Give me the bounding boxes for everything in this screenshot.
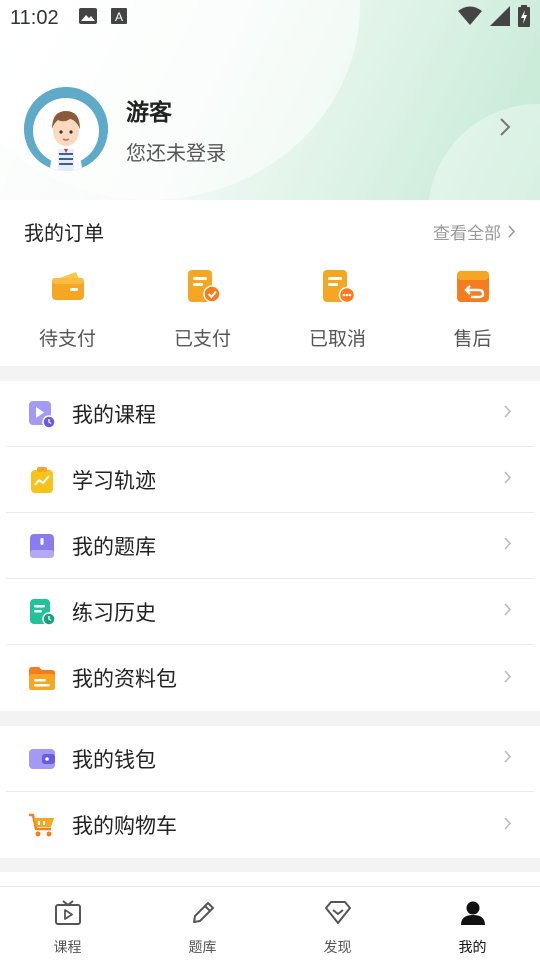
status-time: 11:02 (10, 6, 59, 29)
orders-title: 我的订单 (24, 220, 104, 245)
menu-label: 我的题库 (72, 534, 156, 559)
chevron-right-icon[interactable] (498, 116, 512, 142)
wifi-icon (458, 6, 482, 30)
practice-history-icon (28, 598, 56, 626)
profile-header: 11:02 A 游客 您还未登录 (0, 0, 540, 200)
chevron-right-icon (508, 224, 516, 238)
svg-text:A: A (115, 10, 123, 24)
question-bank-icon (28, 532, 56, 560)
menu-my-courses[interactable]: 我的课程 (6, 381, 534, 447)
order-label: 售后 (453, 328, 492, 350)
menu-label: 我的资料包 (72, 667, 177, 691)
order-label: 待支付 (38, 328, 96, 350)
wallet-purple-icon (28, 745, 56, 773)
chevron-right-icon (503, 669, 512, 688)
diamond-icon (324, 899, 352, 931)
view-all-label: 查看全部 (433, 223, 501, 244)
order-paid[interactable]: 已支付 (153, 268, 253, 351)
tab-label: 发现 (323, 940, 352, 956)
order-cancelled[interactable]: 已取消 (288, 268, 388, 351)
signal-icon (490, 6, 510, 30)
shopping-cart-icon (28, 811, 56, 839)
learning-track-icon (28, 466, 56, 494)
course-play-icon (28, 400, 56, 428)
status-bar: 11:02 A (0, 0, 540, 36)
tab-label: 课程 (53, 940, 82, 956)
menu-practice-history[interactable]: 练习历史 (6, 579, 534, 645)
menu-label: 学习轨迹 (72, 468, 156, 493)
battery-charging-icon (518, 5, 530, 31)
tv-play-icon (54, 899, 82, 931)
chevron-right-icon (503, 470, 512, 489)
orders-section: 我的订单 查看全部 待支付 已支付 已取消 售后 (0, 200, 540, 366)
pencil-icon (189, 899, 217, 931)
menu-learning-track[interactable]: 学习轨迹 (6, 447, 534, 513)
wallet-icon (50, 268, 86, 308)
menu-label: 我的课程 (72, 402, 156, 427)
folder-icon (28, 664, 56, 692)
menu-shopping-cart[interactable]: 我的购物车 (6, 792, 534, 858)
order-label: 已取消 (308, 328, 366, 350)
chevron-right-icon (503, 602, 512, 621)
return-box-icon (455, 268, 491, 308)
menu-materials[interactable]: 我的资料包 (6, 645, 534, 711)
tab-label: 题库 (188, 940, 217, 956)
menu-label: 我的购物车 (72, 814, 177, 838)
tab-label: 我的 (458, 940, 487, 956)
menu-wallet[interactable]: 我的钱包 (6, 726, 534, 792)
tab-question-bank[interactable]: 题库 (135, 887, 270, 960)
avatar[interactable] (24, 87, 108, 171)
cancelled-doc-icon (320, 268, 356, 308)
profile-card[interactable]: 游客 您还未登录 (24, 86, 524, 172)
view-all-orders-link[interactable]: 查看全部 (433, 219, 516, 244)
paid-doc-icon (185, 268, 221, 308)
menu-label: 我的钱包 (72, 747, 156, 772)
menu-group-account: 我的钱包 我的购物车 (0, 726, 540, 858)
tab-courses[interactable]: 课程 (0, 887, 135, 960)
chevron-right-icon (503, 749, 512, 768)
chevron-right-icon (503, 536, 512, 555)
order-pending-payment[interactable]: 待支付 (18, 268, 118, 351)
a-badge-icon: A (110, 8, 127, 28)
bottom-tab-bar: 课程 题库 发现 我的 (0, 886, 540, 960)
order-after-sales[interactable]: 售后 (423, 268, 523, 351)
login-prompt[interactable]: 您还未登录 (126, 137, 226, 166)
image-icon (78, 8, 97, 28)
menu-label: 练习历史 (72, 600, 156, 625)
order-label: 已支付 (173, 328, 231, 350)
menu-question-bank[interactable]: 我的题库 (6, 513, 534, 579)
chevron-right-icon (503, 816, 512, 835)
tab-discover[interactable]: 发现 (270, 887, 405, 960)
menu-group-learning: 我的课程 学习轨迹 我的题库 练习历史 我的资料包 (0, 381, 540, 711)
profile-name: 游客 (126, 99, 172, 126)
chevron-right-icon (503, 404, 512, 423)
menu-group-partial (0, 872, 540, 886)
tab-mine[interactable]: 我的 (405, 887, 540, 960)
person-icon (459, 899, 487, 931)
